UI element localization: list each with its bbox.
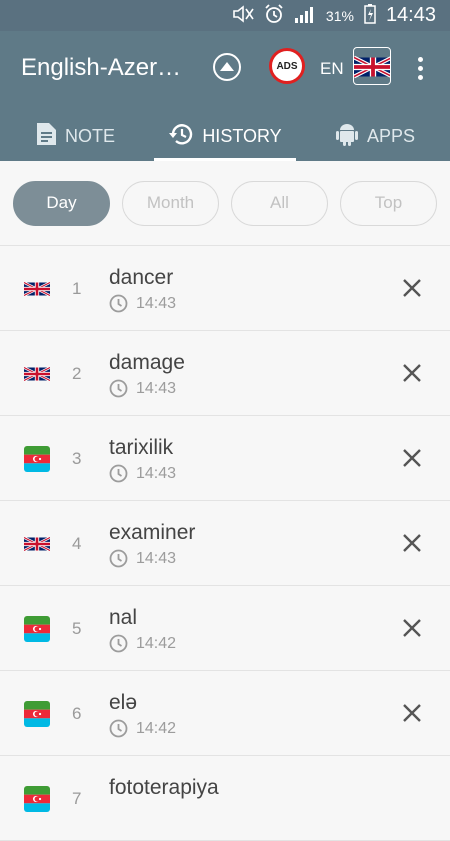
row-number: 5 — [72, 619, 82, 638]
row-time: 14:43 — [109, 464, 176, 483]
az-flag-icon — [24, 786, 50, 812]
status-bar: 31% 14:43 — [0, 0, 450, 31]
row-number: 3 — [72, 449, 82, 468]
ads-label: ADS — [276, 60, 298, 72]
android-icon — [335, 121, 359, 152]
note-icon — [35, 122, 57, 151]
row-time: 14:42 — [109, 634, 176, 653]
period-filter-bar: Day Month All Top — [0, 161, 450, 246]
filter-all-button[interactable]: All — [231, 180, 328, 226]
row-word[interactable]: elə — [109, 691, 137, 715]
row-time: 14:42 — [109, 719, 176, 738]
row-number: 6 — [72, 704, 82, 723]
alarm-icon — [264, 4, 284, 27]
history-list: 1 dancer 14:43 2 damage 14:43 3 tarixili… — [0, 246, 450, 841]
az-flag-icon — [24, 446, 50, 472]
more-options-icon[interactable] — [408, 51, 432, 85]
close-icon[interactable] — [398, 274, 426, 302]
tab-bar: NOTE HISTORY APPS — [0, 111, 450, 161]
row-number: 4 — [72, 534, 82, 553]
app-toolbar: English-Azer… ADS EN NOTE HISTORY APPS — [0, 31, 450, 161]
clock-icon — [109, 634, 128, 653]
close-icon[interactable] — [398, 444, 426, 472]
tab-apps-label: APPS — [366, 125, 416, 146]
row-word[interactable]: examiner — [109, 521, 195, 545]
uk-flag-icon — [24, 531, 50, 557]
row-number: 2 — [72, 364, 82, 383]
tab-note-label: NOTE — [64, 125, 115, 146]
az-flag-icon — [24, 701, 50, 727]
history-row[interactable]: 7 fototerapiya — [0, 756, 450, 841]
filter-day-button[interactable]: Day — [13, 180, 110, 226]
clock-icon — [109, 464, 128, 483]
row-word[interactable]: tarixilik — [109, 436, 173, 460]
history-icon — [168, 122, 194, 151]
tab-history-label: HISTORY — [202, 125, 282, 146]
battery-text: 31% — [325, 7, 354, 24]
battery-icon — [364, 4, 376, 27]
row-time: 14:43 — [109, 549, 176, 568]
uk-flag-icon[interactable] — [353, 47, 391, 85]
history-row[interactable]: 6 elə 14:42 — [0, 671, 450, 756]
row-time: 14:43 — [109, 294, 176, 313]
row-word[interactable]: fototerapiya — [109, 776, 219, 800]
close-icon[interactable] — [398, 699, 426, 727]
close-icon[interactable] — [398, 614, 426, 642]
row-time-text: 14:43 — [136, 464, 177, 482]
filter-month-button[interactable]: Month — [122, 180, 219, 226]
row-time: 14:43 — [109, 379, 176, 398]
language-code[interactable]: EN — [320, 59, 344, 79]
row-word[interactable]: dancer — [109, 266, 173, 290]
chevron-up-icon[interactable] — [213, 53, 241, 81]
uk-flag-icon — [24, 276, 50, 302]
row-time-text: 14:43 — [136, 294, 177, 312]
row-word[interactable]: nal — [109, 606, 137, 630]
clock-icon — [109, 379, 128, 398]
az-flag-icon — [24, 616, 50, 642]
clock-time: 14:43 — [385, 4, 436, 26]
clock-icon — [109, 549, 128, 568]
row-time-text: 14:43 — [136, 549, 177, 567]
filter-top-button[interactable]: Top — [340, 180, 437, 226]
uk-flag-icon — [24, 361, 50, 387]
clock-icon — [109, 294, 128, 313]
app-title: English-Azer… — [21, 54, 182, 81]
history-row[interactable]: 4 examiner 14:43 — [0, 501, 450, 586]
row-time-text: 14:42 — [136, 634, 177, 652]
remove-ads-button[interactable]: ADS — [269, 48, 305, 84]
row-word[interactable]: damage — [109, 351, 185, 375]
close-icon[interactable] — [398, 529, 426, 557]
row-number: 7 — [72, 789, 82, 808]
mute-icon — [232, 5, 254, 26]
row-time-text: 14:42 — [136, 719, 177, 737]
row-time-text: 14:43 — [136, 379, 177, 397]
tab-note[interactable]: NOTE — [0, 111, 150, 161]
history-row[interactable]: 1 dancer 14:43 — [0, 246, 450, 331]
tab-history[interactable]: HISTORY — [150, 111, 300, 161]
tab-apps[interactable]: APPS — [300, 111, 450, 161]
history-row[interactable]: 3 tarixilik 14:43 — [0, 416, 450, 501]
signal-icon — [294, 5, 316, 26]
history-row[interactable]: 5 nal 14:42 — [0, 586, 450, 671]
clock-icon — [109, 719, 128, 738]
row-number: 1 — [72, 279, 82, 298]
close-icon[interactable] — [398, 359, 426, 387]
history-row[interactable]: 2 damage 14:43 — [0, 331, 450, 416]
